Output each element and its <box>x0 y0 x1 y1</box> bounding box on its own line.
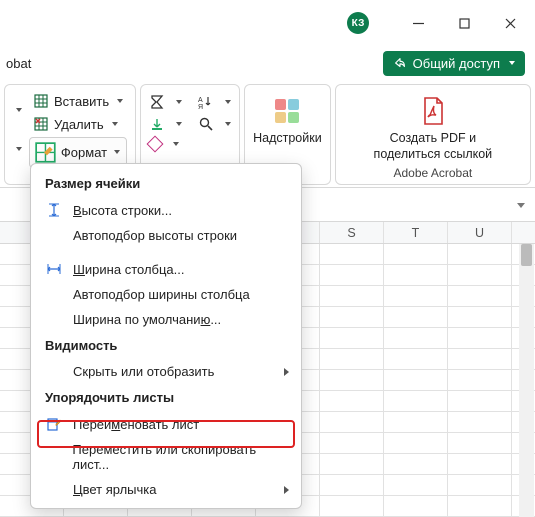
delete-button[interactable]: Удалить <box>29 114 127 134</box>
menu-move-copy-sheet[interactable]: Переместить или скопировать лист... <box>31 437 301 477</box>
insert-label: Вставить <box>54 94 109 109</box>
chevron-down-icon[interactable] <box>176 122 182 126</box>
menu-section-cell-size: Размер ячейки <box>31 170 301 197</box>
rename-sheet-icon <box>45 416 63 432</box>
clear-icon[interactable] <box>147 136 164 153</box>
menu-autofit-column[interactable]: Автоподбор ширины столбца <box>31 282 301 307</box>
share-label: Общий доступ <box>413 56 500 71</box>
chevron-down-icon <box>112 122 118 126</box>
create-pdf-label[interactable]: Создать PDF и поделиться ссылкой <box>374 131 493 162</box>
col-header[interactable]: U <box>448 222 512 243</box>
autosum-icon[interactable] <box>149 94 165 110</box>
insert-cells-icon <box>33 93 49 109</box>
share-icon <box>393 56 407 70</box>
format-icon <box>34 141 57 164</box>
row-height-icon <box>45 202 63 218</box>
chevron-down-icon[interactable] <box>225 122 231 126</box>
maximize-button[interactable] <box>441 0 487 46</box>
menu-section-visibility: Видимость <box>31 332 301 359</box>
col-header[interactable]: S <box>320 222 384 243</box>
format-label: Формат <box>61 145 107 160</box>
menu-default-width[interactable]: Ширина по умолчанию... <box>31 307 301 332</box>
menu-label: Цвет ярлычка <box>73 482 156 497</box>
menu-label: Ширина по умолчанию... <box>73 312 221 327</box>
create-pdf-icon[interactable] <box>417 95 449 127</box>
delete-label: Удалить <box>54 117 104 132</box>
close-button[interactable] <box>487 0 533 46</box>
menu-autofit-row[interactable]: Автоподбор высоты строки <box>31 223 301 248</box>
menu-label: Высота строки... <box>73 203 172 218</box>
chevron-down-icon[interactable] <box>16 108 22 112</box>
menu-rename-sheet[interactable]: Переименовать лист <box>31 411 301 437</box>
chevron-down-icon[interactable] <box>173 142 179 146</box>
ribbon-tabs: obat Общий доступ <box>0 46 535 80</box>
column-width-icon <box>45 261 63 277</box>
menu-tab-color[interactable]: Цвет ярлычка <box>31 477 301 502</box>
chevron-down-icon <box>509 61 515 65</box>
tab-acrobat[interactable]: obat <box>6 56 31 71</box>
menu-column-width[interactable]: Ширина столбца... <box>31 256 301 282</box>
format-dropdown-menu: Размер ячейки Высота строки... Автоподбо… <box>30 163 302 509</box>
chevron-down-icon[interactable] <box>16 147 22 151</box>
addins-label[interactable]: Надстройки <box>253 131 322 147</box>
menu-label: Автоподбор высоты строки <box>73 228 237 243</box>
minimize-button[interactable] <box>395 0 441 46</box>
sort-filter-icon[interactable]: AЯ <box>198 94 214 110</box>
svg-text:A: A <box>198 97 203 104</box>
menu-label: Переместить или скопировать лист... <box>72 442 289 472</box>
scrollbar-thumb[interactable] <box>521 244 532 266</box>
titlebar: КЗ <box>0 0 535 46</box>
menu-section-organize-sheets: Упорядочить листы <box>31 384 301 411</box>
acrobat-group-label: Adobe Acrobat <box>393 162 472 180</box>
group-acrobat: Создать PDF и поделиться ссылкой Adobe A… <box>335 84 531 185</box>
insert-button[interactable]: Вставить <box>29 91 127 111</box>
col-header[interactable]: T <box>384 222 448 243</box>
share-button[interactable]: Общий доступ <box>383 51 525 76</box>
menu-row-height[interactable]: Высота строки... <box>31 197 301 223</box>
delete-cells-icon <box>33 116 49 132</box>
user-avatar[interactable]: КЗ <box>347 12 369 34</box>
find-icon[interactable] <box>198 116 214 132</box>
addins-icon[interactable] <box>271 95 303 127</box>
vertical-scrollbar[interactable] <box>519 244 534 517</box>
chevron-down-icon[interactable] <box>225 100 231 104</box>
menu-label: Скрыть или отобразить <box>73 364 214 379</box>
chevron-down-icon <box>117 99 123 103</box>
fill-icon[interactable] <box>149 116 165 132</box>
chevron-down-icon <box>114 150 120 154</box>
svg-text:Я: Я <box>198 104 203 110</box>
menu-label: Автоподбор ширины столбца <box>73 287 250 302</box>
chevron-down-icon[interactable] <box>176 100 182 104</box>
menu-label: Переименовать лист <box>73 417 199 432</box>
menu-hide-show[interactable]: Скрыть или отобразить <box>31 359 301 384</box>
menu-label: Ширина столбца... <box>73 262 185 277</box>
